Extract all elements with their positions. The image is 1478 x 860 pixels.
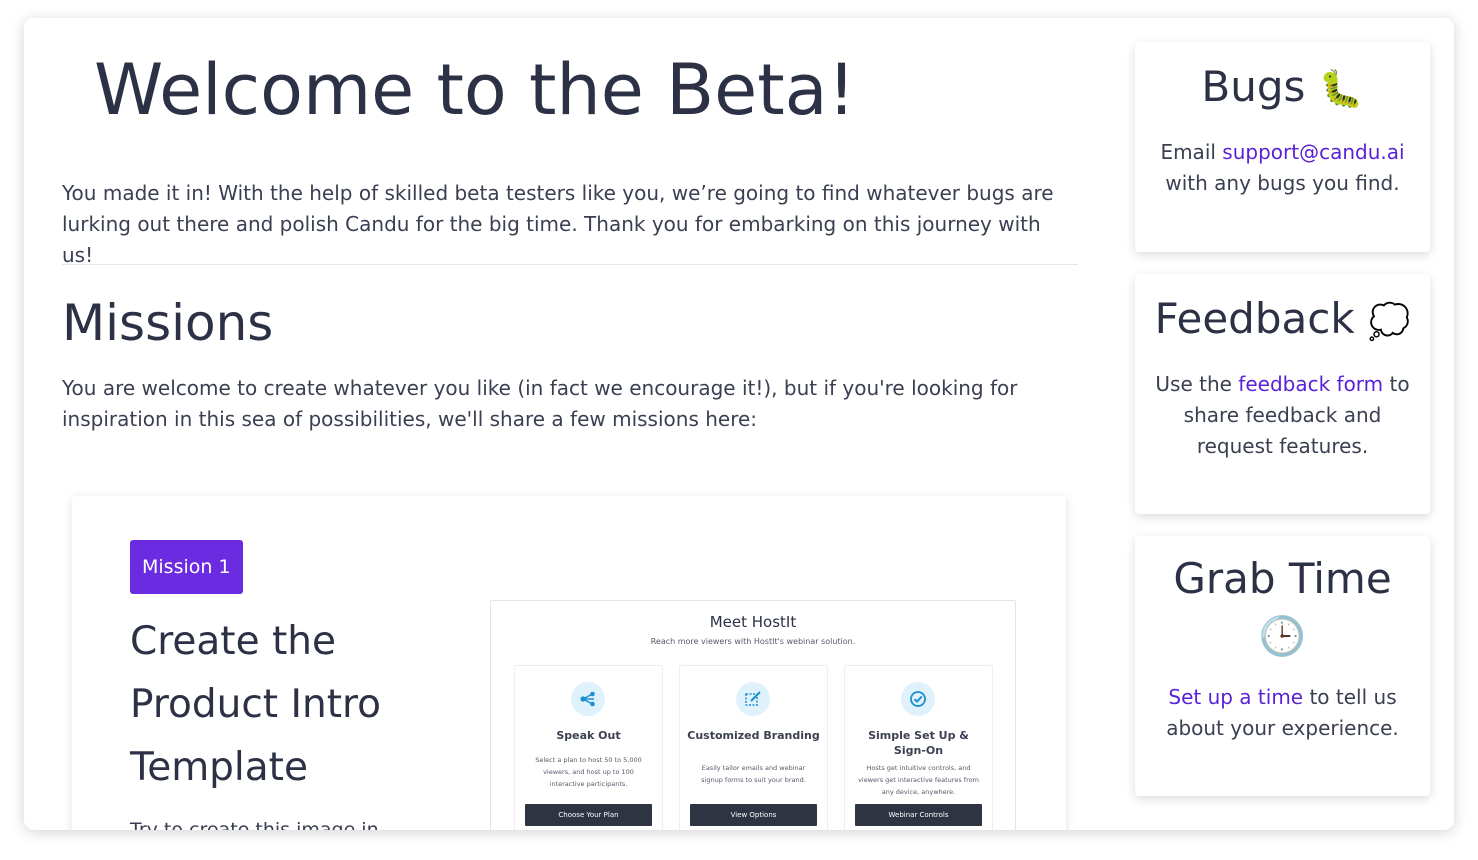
page-title: Welcome to the Beta! (94, 49, 856, 131)
bugs-title: Bugs 🐛 (1135, 62, 1430, 115)
set-up-time-link[interactable]: Set up a time (1168, 685, 1303, 709)
feature-text: Easily tailor emails and webinar signup … (701, 764, 806, 784)
feedback-card: Feedback 💭 Use the feedback form to shar… (1135, 274, 1430, 514)
mission-card: Mission 1 Create the Product Intro Templ… (72, 496, 1066, 830)
divider (62, 264, 1078, 265)
feature-title: Simple Set Up & Sign-On (868, 729, 969, 757)
mission-description: Try to create this image in (130, 819, 379, 830)
thought-bubble-icon: 💭 (1368, 301, 1411, 342)
clock-icon: 🕒 (1258, 614, 1307, 658)
bugs-text-after: with any bugs you find. (1165, 170, 1400, 195)
support-email-link[interactable]: support@candu.ai (1222, 140, 1404, 164)
edit-icon (736, 682, 770, 716)
share-nodes-icon (571, 682, 605, 716)
bugs-card: Bugs 🐛 Email support@candu.ai with any b… (1135, 42, 1430, 252)
bugs-text-before: Email (1160, 139, 1223, 164)
feature-card-speak-out: Speak Out Select a plan to host 50 to 5,… (514, 665, 663, 830)
mission-title: Create the Product Intro Template (130, 619, 382, 790)
preview-title: Meet HostIt (709, 613, 797, 631)
missions-title: Missions (62, 294, 274, 352)
grab-time-card: Grab Time 🕒 Set up a time to tell us abo… (1135, 536, 1430, 796)
feature-text: Hosts get intuitive controls, and viewer… (858, 764, 979, 796)
feature-card-branding: Customized Branding Easily tailor emails… (679, 665, 828, 830)
mission-badge: Mission 1 (130, 540, 243, 594)
feature-title: Customized Branding (687, 729, 820, 742)
feedback-text: Use the feedback form to share feedback … (1135, 369, 1430, 462)
template-preview: Meet HostIt Reach more viewers with Host… (490, 600, 1016, 830)
feedback-form-link[interactable]: feedback form (1238, 372, 1383, 396)
view-options-button[interactable]: View Options (690, 804, 817, 826)
feature-card-setup: Simple Set Up & Sign-On Hosts get intuit… (844, 665, 993, 830)
bugs-title-text: Bugs (1201, 62, 1306, 111)
page-frame: Welcome to the Beta! You made it in! Wit… (24, 18, 1454, 830)
grab-time-text: Set up a time to tell us about your expe… (1135, 682, 1430, 744)
feature-text: Select a plan to host 50 to 5,000 viewer… (535, 756, 642, 788)
check-circle-icon (901, 682, 935, 716)
bugs-text: Email support@candu.ai with any bugs you… (1135, 137, 1430, 199)
preview-subtitle: Reach more viewers with HostIt's webinar… (650, 637, 856, 646)
bug-icon: 🐛 (1318, 68, 1364, 110)
main-content: Welcome to the Beta! You made it in! Wit… (62, 18, 1078, 830)
feedback-title-text: Feedback (1154, 294, 1355, 343)
feedback-text-before: Use the (1155, 371, 1239, 396)
missions-description: You are welcome to create whatever you l… (62, 376, 1018, 431)
choose-plan-button[interactable]: Choose Your Plan (525, 804, 652, 826)
feature-title: Speak Out (556, 729, 621, 742)
feedback-title: Feedback 💭 (1135, 294, 1430, 347)
webinar-controls-button[interactable]: Webinar Controls (855, 804, 982, 826)
intro-text: You made it in! With the help of skilled… (62, 181, 1054, 267)
grab-time-title: Grab Time (1173, 554, 1392, 603)
